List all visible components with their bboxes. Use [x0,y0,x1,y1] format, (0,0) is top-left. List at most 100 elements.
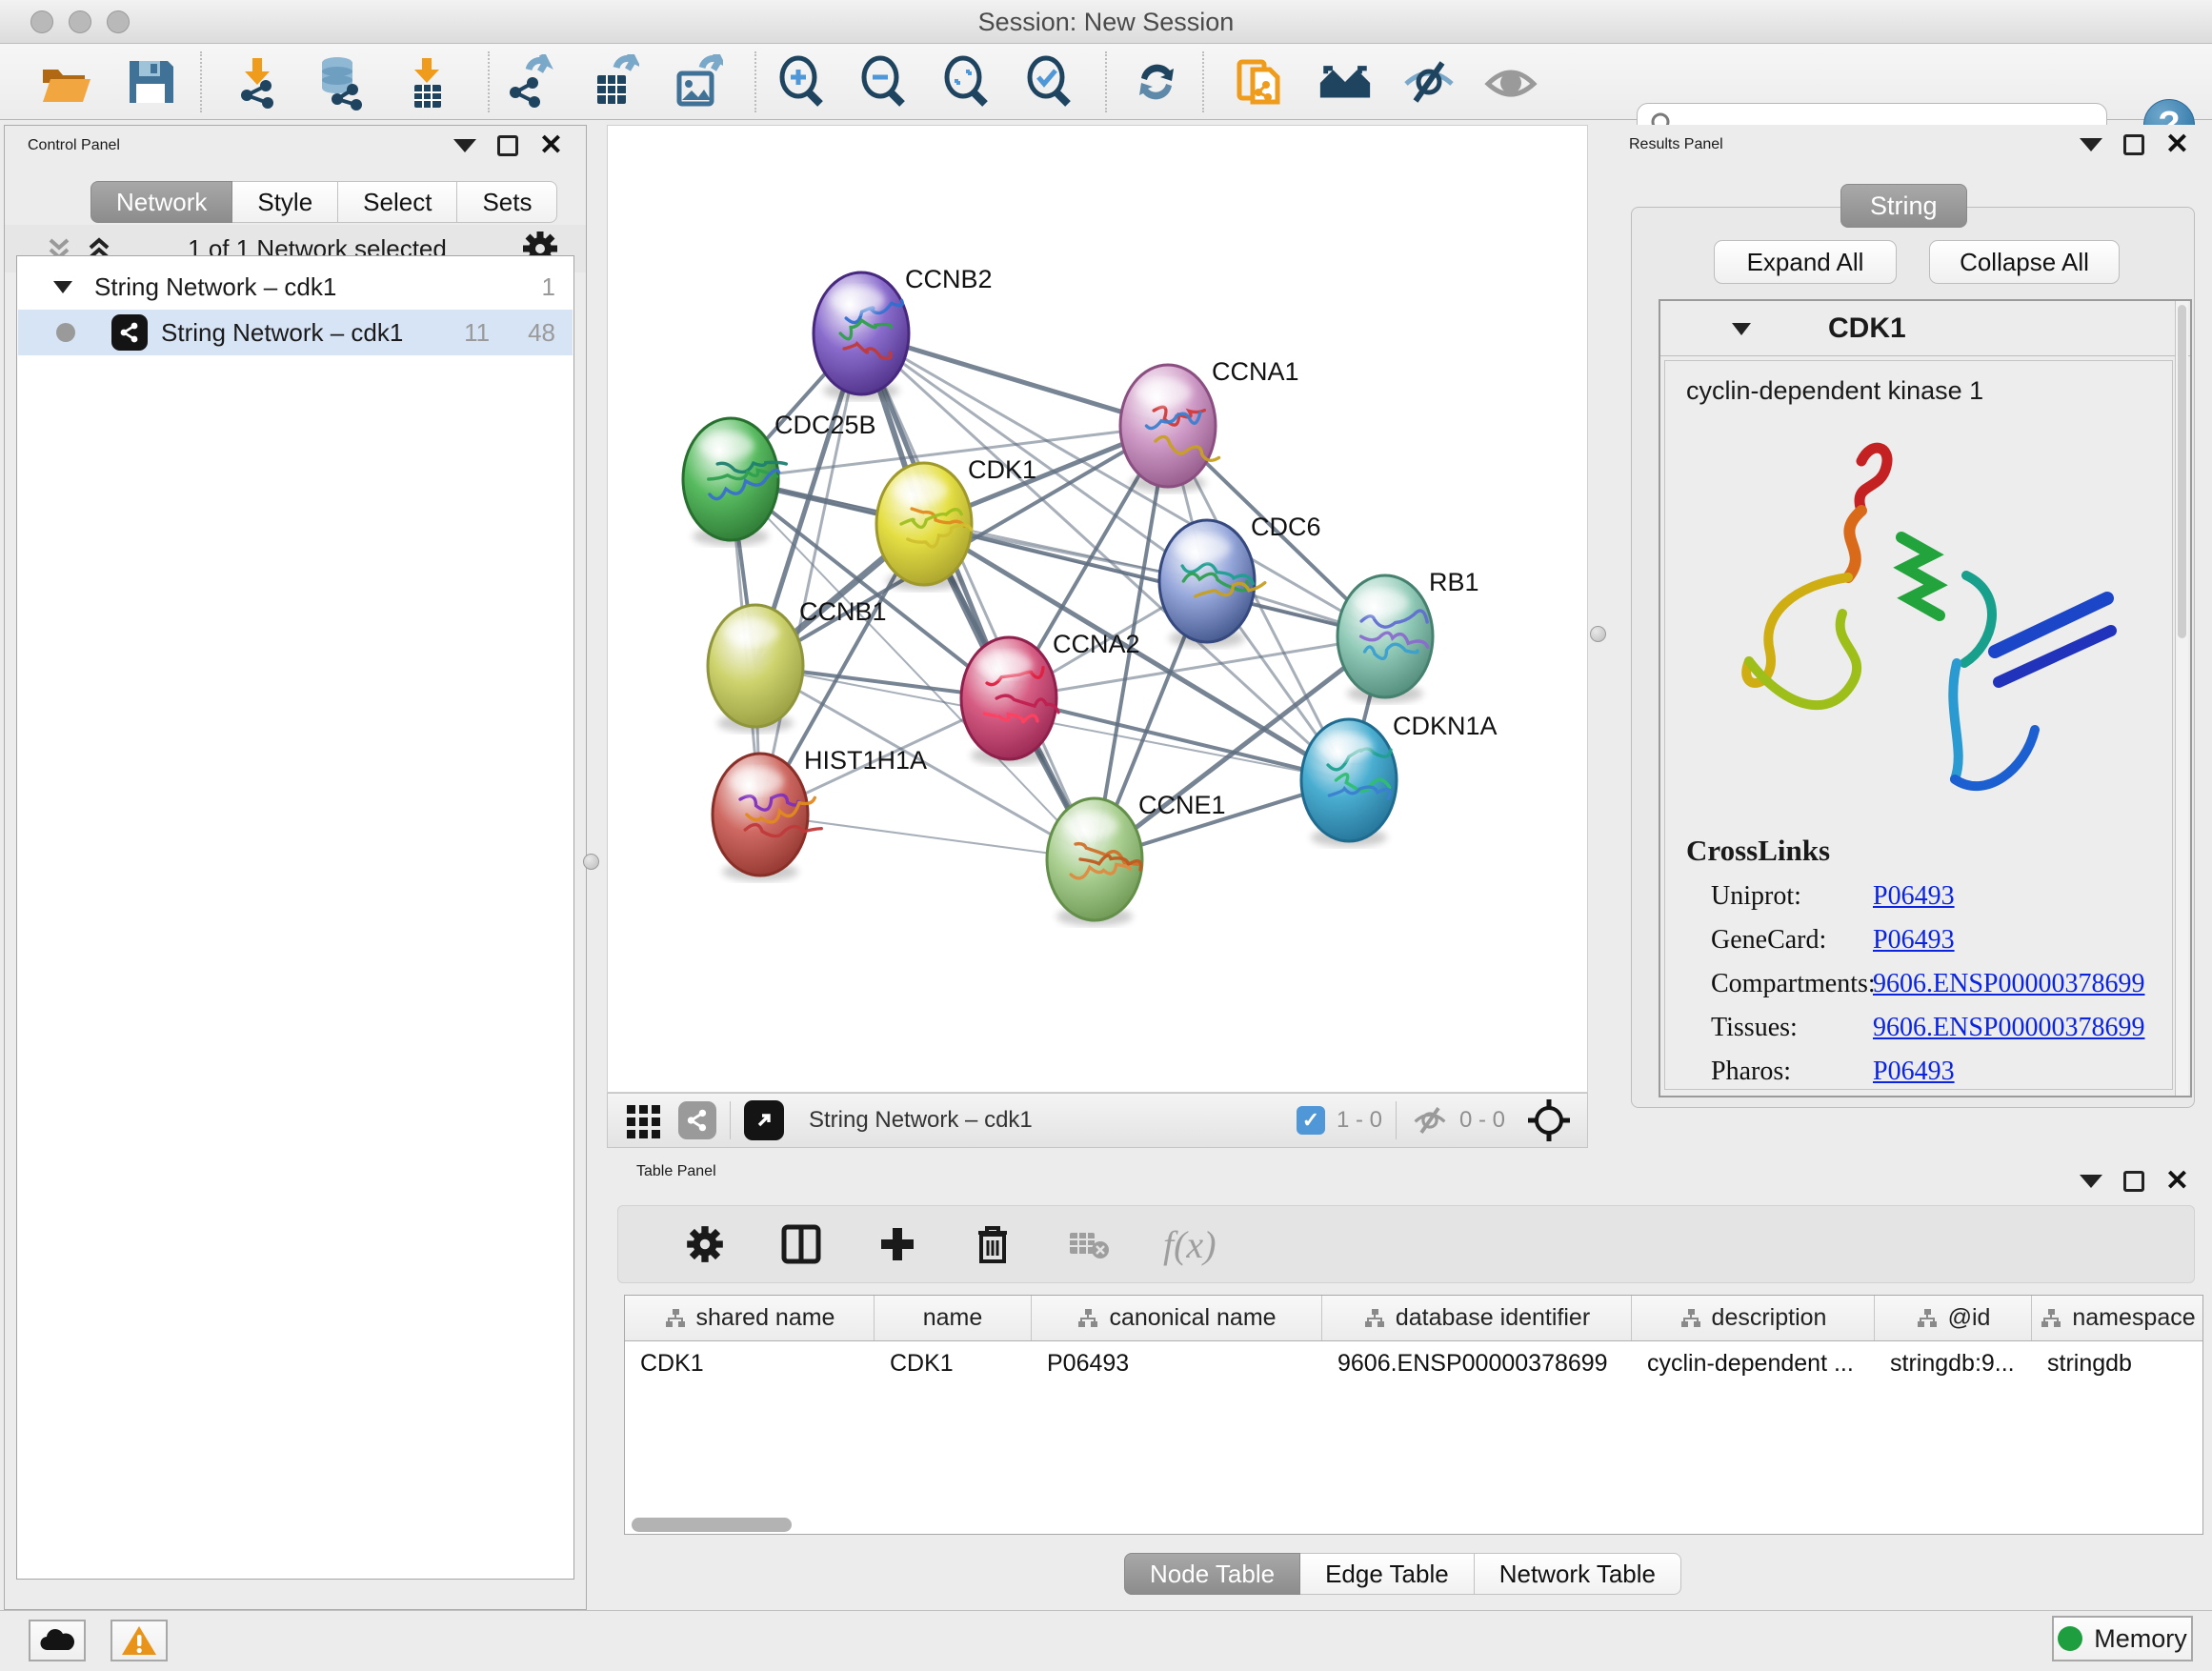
import-network-from-database-button[interactable] [312,53,370,111]
results-scrollbar[interactable] [2175,301,2188,1096]
export-image-button[interactable] [667,53,724,111]
status-separator [730,1101,731,1139]
table-panel-float-icon[interactable] [2123,1171,2144,1192]
selected-checkbox-icon[interactable]: ✓ [1297,1106,1325,1135]
tab-select[interactable]: Select [338,181,457,223]
table-cell[interactable]: CDK1 [625,1341,875,1385]
open-session-button[interactable] [36,53,93,111]
node-table[interactable]: shared namenamecanonical namedatabase id… [624,1295,2203,1535]
column-header-description[interactable]: description [1632,1296,1875,1340]
control-panel-tabs: Network Style Select Sets [90,181,557,223]
table-row[interactable]: CDK1CDK1P064939606.ENSP00000378699cyclin… [625,1341,2202,1385]
refresh-button[interactable] [1128,53,1185,111]
network-node[interactable]: HIST1H1A [713,746,927,881]
network-node[interactable]: CDKN1A [1301,712,1498,847]
network-edge[interactable] [861,333,1095,859]
network-node[interactable]: RB1 [1337,568,1479,703]
node-count: 11 [464,318,490,348]
memory-button[interactable]: Memory [2052,1616,2193,1661]
tab-style[interactable]: Style [232,181,338,223]
network-canvas[interactable]: CCNB2CCNA1CDC25BCDK1CDC6RB1CCNB1CCNA2CDK… [607,125,1588,1093]
expand-all-button[interactable]: Expand All [1714,240,1897,284]
tree-expander-icon[interactable] [50,277,75,296]
column-header-shared-name[interactable]: shared name [625,1296,875,1340]
add-icon[interactable] [875,1222,919,1266]
table-options-gear-icon[interactable] [683,1222,727,1266]
warnings-button[interactable] [111,1620,168,1661]
network-graph[interactable]: CCNB2CCNA1CDC25BCDK1CDC6RB1CCNB1CCNA2CDK… [608,126,1587,1092]
results-panel-menu-icon[interactable] [2080,138,2102,151]
table-cell[interactable]: 9606.ENSP00000378699 [1322,1341,1632,1385]
tab-edge-table[interactable]: Edge Table [1300,1553,1475,1595]
table-panel-menu-icon[interactable] [2080,1175,2102,1188]
tab-network[interactable]: Network [90,181,232,223]
table-cell[interactable]: cyclin-dependent ... [1632,1341,1875,1385]
control-panel-float-icon[interactable] [497,135,518,156]
network-node[interactable]: CCNB1 [708,597,887,733]
section-collapse-icon[interactable] [1729,319,1754,338]
column-header-name[interactable]: name [875,1296,1032,1340]
network-edge[interactable] [760,815,1095,859]
zoom-fit-button[interactable] [938,53,995,111]
network-edge[interactable] [760,333,861,815]
cloud-status-button[interactable] [29,1620,86,1661]
tab-string[interactable]: String [1840,184,1967,228]
column-header--id[interactable]: @id [1875,1296,2032,1340]
save-session-button[interactable] [122,53,179,111]
crosslink-link[interactable]: P06493 [1873,1057,1955,1087]
network-node[interactable]: CCNA1 [1120,357,1299,493]
show-columns-icon[interactable] [778,1221,824,1267]
column-header-namespace[interactable]: namespace [2032,1296,2203,1340]
right-splitter-handle[interactable] [1590,626,1606,642]
control-panel-menu-icon[interactable] [453,139,476,152]
crosslink-link[interactable]: 9606.ENSP00000378699 [1873,1013,2144,1043]
results-panel-close-icon[interactable]: ✕ [2165,134,2189,155]
table-cell[interactable]: CDK1 [875,1341,1032,1385]
network-node[interactable]: CCNB2 [814,265,993,400]
table-cell[interactable]: stringdb [2032,1341,2203,1385]
detach-view-icon[interactable] [744,1100,784,1140]
show-all-button[interactable] [1482,53,1539,111]
network-view-icon[interactable] [678,1101,716,1139]
import-table-button[interactable] [398,53,455,111]
toolbar-separator [1105,51,1107,112]
export-table-button[interactable] [583,53,640,111]
import-network-button[interactable] [229,53,286,111]
zoom-in-button[interactable] [774,53,831,111]
results-scrollbar-thumb[interactable] [2178,305,2186,638]
left-splitter-handle[interactable] [583,854,599,870]
crosslink-link[interactable]: P06493 [1873,925,1955,956]
collapse-all-button[interactable]: Collapse All [1929,240,2120,284]
column-header-database-identifier[interactable]: database identifier [1322,1296,1632,1340]
cloud-icon [38,1627,76,1654]
crosslink-link[interactable]: P06493 [1873,881,1955,912]
table-panel-close-icon[interactable]: ✕ [2165,1171,2189,1192]
collection-count: 1 [542,272,573,302]
tab-node-table[interactable]: Node Table [1124,1553,1300,1595]
network-row-selected[interactable]: String Network – cdk1 11 48 [18,310,573,355]
protein-section-header[interactable]: CDK1 [1660,301,2190,356]
column-header-canonical-name[interactable]: canonical name [1032,1296,1322,1340]
network-node[interactable]: CDK1 [876,455,1036,591]
results-panel-float-icon[interactable] [2123,134,2144,155]
zoom-selected-button[interactable] [1021,53,1078,111]
network-collection-row[interactable]: String Network – cdk1 1 [18,264,573,310]
network-node[interactable]: CDC25B [683,411,876,546]
export-network-button[interactable] [499,53,556,111]
birds-eye-view-icon[interactable] [1526,1097,1572,1143]
clone-network-button[interactable] [1231,53,1288,111]
network-node[interactable]: CCNE1 [1047,791,1226,926]
table-cell[interactable]: stringdb:9... [1875,1341,2032,1385]
tab-network-table[interactable]: Network Table [1475,1553,1681,1595]
hide-selected-button[interactable] [1400,53,1458,111]
control-panel-close-icon[interactable]: ✕ [539,135,563,156]
crosslink-link[interactable]: 9606.ENSP00000378699 [1873,969,2144,999]
table-cell[interactable]: P06493 [1032,1341,1322,1385]
crosslink-row: Compartments:9606.ENSP00000378699 [1711,969,2172,999]
trash-icon[interactable] [971,1221,1015,1267]
tab-sets[interactable]: Sets [457,181,557,223]
table-horizontal-scrollbar-thumb[interactable] [632,1518,792,1532]
grid-view-icon[interactable] [623,1099,665,1141]
zoom-out-button[interactable] [855,53,913,111]
first-neighbors-button[interactable] [1317,53,1374,111]
